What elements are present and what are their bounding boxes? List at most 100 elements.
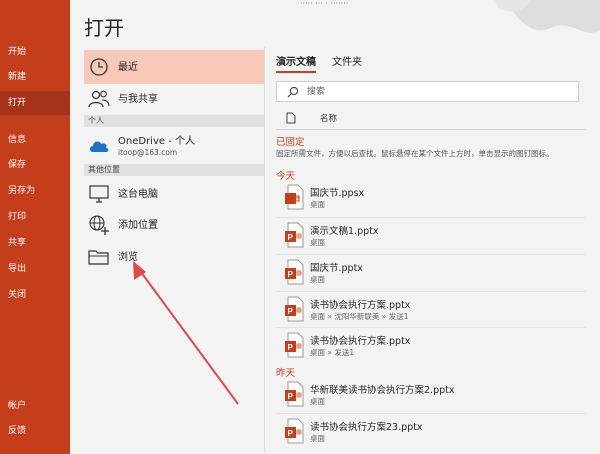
pinned-note: 固定所需文件，方便以后查找。鼠标悬停在某个文件上方时，单击显示的图钉图标。 — [276, 149, 554, 158]
page-title: 打开 — [84, 16, 124, 40]
nav-account[interactable]: 帐户 — [0, 394, 70, 418]
group-today: 今天 — [276, 171, 296, 182]
nav-open-label: 打开 — [8, 98, 27, 108]
nav-save-as-label: 另存为 — [8, 186, 36, 196]
nav-feedback-label: 反馈 — [8, 426, 27, 436]
pptx-file-icon: P — [284, 259, 306, 285]
tab-presentations[interactable]: 演示文稿 — [276, 53, 316, 73]
file-name: 华新联美读书协会执行方案2.pptx — [310, 385, 455, 396]
file-row[interactable]: P 演示文稿1.pptx 桌面 — [276, 219, 586, 255]
file-row[interactable]: P 读书协会执行方案.pptx 桌面 » 沈阳华新联美 » 发送1 — [276, 293, 586, 329]
nav-home[interactable]: 开始 — [0, 40, 70, 64]
clock-icon — [88, 56, 110, 78]
group-yesterday: 昨天 — [276, 368, 296, 379]
nav-save-label: 保存 — [8, 160, 27, 170]
nav-info[interactable]: 信息 — [0, 128, 70, 152]
backstage-nav: 开始 新建 打开 信息 保存 另存为 打印 共享 导出 关闭 帐户 反馈 — [0, 0, 70, 454]
file-location: 桌面 » 发送1 — [310, 348, 355, 357]
nav-open[interactable]: 打开 — [0, 91, 70, 115]
nav-save[interactable]: 保存 — [0, 153, 70, 177]
row-separator — [276, 327, 586, 328]
svg-text:P: P — [288, 343, 294, 352]
nav-save-as[interactable]: 另存为 — [0, 179, 70, 203]
location-shared-label: 与我共享 — [118, 93, 158, 105]
nav-export[interactable]: 导出 — [0, 257, 70, 281]
nav-share[interactable]: 共享 — [0, 231, 70, 255]
location-onedrive[interactable]: OneDrive - 个人 itoop@163.com — [84, 129, 264, 163]
location-browse[interactable]: 浏览 — [84, 240, 264, 274]
people-icon — [88, 88, 110, 110]
file-name: 国庆节.ppsx — [310, 188, 365, 199]
search-box — [276, 81, 579, 102]
location-this-pc[interactable]: 这台电脑 — [84, 177, 264, 211]
location-add-place-label: 添加位置 — [118, 219, 158, 231]
nav-print[interactable]: 打印 — [0, 205, 70, 229]
group-pinned: 已固定 — [276, 137, 305, 148]
computer-icon — [88, 183, 110, 205]
cloud-icon — [88, 135, 110, 157]
file-name: 读书协会执行方案23.pptx — [310, 422, 423, 433]
location-this-pc-label: 这台电脑 — [118, 188, 158, 200]
nav-info-label: 信息 — [8, 135, 27, 145]
file-row[interactable]: P 读书协会执行方案.pptx 桌面 » 发送1 — [276, 329, 586, 365]
nav-new-label: 新建 — [8, 72, 27, 82]
nav-account-label: 帐户 — [8, 401, 27, 411]
location-shared[interactable]: 与我共享 — [84, 82, 264, 116]
pptx-file-icon: P — [284, 332, 306, 358]
svg-text:P: P — [288, 429, 294, 438]
location-browse-label: 浏览 — [118, 251, 138, 263]
file-location: 桌面 — [310, 275, 325, 284]
file-row[interactable]: P 华新联美读书协会执行方案2.pptx 桌面 — [276, 378, 586, 414]
file-location: 桌面 — [310, 434, 325, 443]
file-location: 桌面 — [310, 238, 325, 247]
pptx-file-icon: P — [284, 296, 306, 322]
pptx-file-icon: P — [284, 418, 306, 444]
section-other-locations: 其他位置 — [84, 164, 264, 176]
file-name: 国庆节.pptx — [310, 263, 363, 274]
file-row[interactable]: 国庆节.ppsx 桌面 — [276, 181, 586, 217]
file-name: 读书协会执行方案.pptx — [310, 336, 411, 347]
column-name[interactable]: 名称 — [320, 112, 337, 124]
nav-home-label: 开始 — [8, 47, 27, 57]
pptx-file-icon: P — [284, 222, 306, 248]
location-add-place[interactable]: 添加位置 — [84, 208, 264, 242]
search-icon — [287, 86, 299, 98]
row-separator — [276, 217, 586, 218]
file-list-header: 名称 — [276, 110, 586, 126]
file-tabs: 演示文稿 文件夹 — [276, 53, 378, 73]
row-separator — [276, 413, 586, 414]
svg-text:P: P — [288, 392, 294, 401]
pane-divider — [264, 47, 265, 454]
nav-share-label: 共享 — [8, 238, 27, 248]
search-input[interactable] — [305, 85, 565, 98]
nav-feedback[interactable]: 反馈 — [0, 419, 70, 443]
location-recent-label: 最近 — [118, 61, 138, 73]
file-location: 桌面 » 沈阳华新联美 » 发送1 — [310, 312, 409, 321]
svg-text:P: P — [288, 307, 294, 316]
nav-print-label: 打印 — [8, 212, 27, 222]
folder-icon — [88, 246, 110, 268]
nav-close-label: 关闭 — [8, 290, 27, 300]
nav-new[interactable]: 新建 — [0, 65, 70, 89]
globe-add-icon — [88, 214, 110, 236]
file-row[interactable]: P 国庆节.pptx 桌面 — [276, 256, 586, 292]
file-location: 桌面 — [310, 200, 325, 209]
row-separator — [276, 291, 586, 292]
file-type-column-icon — [286, 112, 296, 124]
location-recent[interactable]: 最近 — [84, 50, 264, 84]
section-personal: 个人 — [84, 115, 264, 127]
onedrive-account: itoop@163.com — [118, 148, 178, 157]
file-row[interactable]: P 读书协会执行方案23.pptx 桌面 — [276, 415, 586, 451]
svg-text:P: P — [288, 270, 294, 279]
file-name: 演示文稿1.pptx — [310, 226, 379, 237]
nav-export-label: 导出 — [8, 264, 27, 274]
row-separator — [276, 254, 586, 255]
tab-folders[interactable]: 文件夹 — [332, 53, 362, 73]
nav-close[interactable]: 关闭 — [0, 283, 70, 307]
svg-text:P: P — [288, 233, 294, 242]
pptx-file-icon: P — [284, 381, 306, 407]
onedrive-name: OneDrive - 个人 — [118, 136, 195, 147]
file-name: 读书协会执行方案.pptx — [310, 300, 411, 311]
ppsx-file-icon — [284, 184, 306, 210]
header-decoration — [495, 0, 600, 33]
